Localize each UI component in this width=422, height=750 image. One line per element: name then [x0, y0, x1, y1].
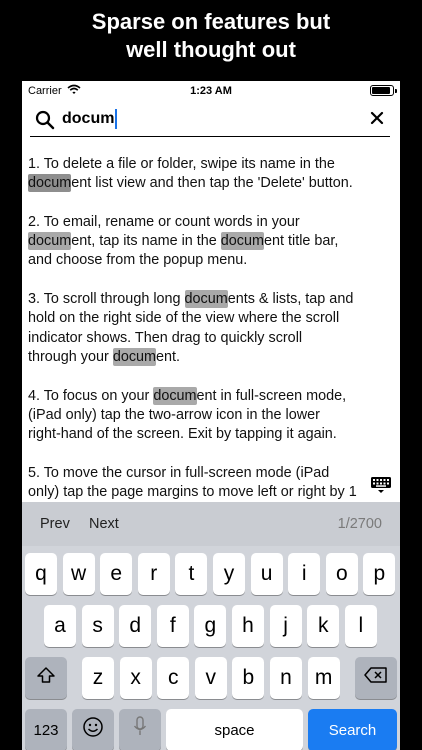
key-r[interactable]: r [137, 553, 170, 595]
key-f[interactable]: f [156, 605, 189, 647]
match-counter: 1/2700 [337, 516, 382, 532]
text-segment: and choose from the popup menu. [28, 252, 248, 269]
key-b[interactable]: b [232, 657, 265, 699]
headline-line-2: well thought out [126, 37, 296, 62]
key-v[interactable]: v [194, 657, 227, 699]
emoji-icon [82, 716, 104, 744]
help-paragraph-5: 5. To move the cursor in full-screen mod… [28, 464, 394, 503]
key-z[interactable]: z [82, 657, 114, 699]
key-a[interactable]: a [44, 605, 76, 647]
text-caret [115, 109, 118, 129]
key-g[interactable]: g [194, 605, 227, 647]
key-c[interactable]: c [157, 657, 190, 699]
text-segment: hold on the right side of the view where… [28, 310, 340, 327]
text-segment: right-hand of the screen. Exit by tappin… [28, 426, 337, 443]
key-s[interactable]: s [81, 605, 114, 647]
key-e[interactable]: e [100, 553, 133, 595]
text-segment: ent. [156, 348, 181, 365]
microphone-icon [133, 716, 147, 744]
match-highlight: docum [153, 386, 197, 405]
key-n[interactable]: n [270, 657, 302, 699]
search-bar[interactable]: docum [30, 103, 390, 137]
current-match-highlight: docum [28, 174, 72, 193]
shift-key[interactable] [25, 657, 67, 699]
microphone-key[interactable] [119, 709, 161, 750]
keyboard: Prev Next 1/2700 123 space Search q w e … [22, 502, 400, 750]
status-bar: Carrier 1:23 AM [22, 81, 400, 101]
help-paragraph-1: 1. To delete a file or folder, swipe its… [28, 155, 394, 194]
key-y[interactable]: y [213, 553, 245, 595]
promo-headline: Sparse on features but well thought out [0, 8, 422, 64]
next-button[interactable]: Next [89, 516, 119, 532]
space-key[interactable]: space [166, 709, 303, 750]
text-segment: only) tap the page margins to move left … [28, 484, 357, 501]
help-paragraph-4: 4. To focus on your document in full-scr… [28, 386, 394, 445]
close-icon[interactable] [370, 111, 384, 130]
text-segment: 1. To delete a file or folder, swipe its… [28, 156, 335, 172]
backspace-icon [364, 666, 388, 690]
help-paragraph-2: 2. To email, rename or count words in yo… [28, 213, 394, 271]
key-t[interactable]: t [175, 553, 208, 595]
text-segment: ent title bar, [264, 233, 339, 250]
battery-icon [370, 85, 397, 96]
key-w[interactable]: w [62, 553, 95, 595]
match-highlight: docum [220, 232, 264, 251]
headline-line-1: Sparse on features but [91, 9, 331, 34]
shift-icon [36, 666, 56, 690]
key-p[interactable]: p [363, 553, 396, 595]
search-key[interactable]: Search [308, 709, 397, 750]
help-paragraph-3: 3. To scroll through long documents & li… [28, 290, 394, 367]
text-segment: 2. To email, rename or count words in yo… [28, 213, 300, 230]
match-highlight: docum [28, 232, 72, 251]
backspace-key[interactable] [355, 657, 397, 699]
text-segment: ent list view and then tap the 'Delete' … [71, 175, 353, 192]
prev-button[interactable]: Prev [40, 516, 70, 532]
key-l[interactable]: l [344, 605, 377, 647]
key-k[interactable]: k [307, 605, 340, 647]
key-h[interactable]: h [232, 605, 264, 647]
search-query: docum [62, 110, 115, 127]
status-time: 1:23 AM [190, 85, 232, 97]
document-text[interactable]: 1. To delete a file or folder, swipe its… [28, 155, 394, 522]
text-segment: ents & lists, tap and [227, 291, 354, 308]
phone-screen: Carrier 1:23 AM docum 1. To delete a fil… [22, 81, 400, 750]
text-segment: 4. To focus on your [28, 387, 154, 404]
match-highlight: docum [112, 347, 157, 366]
text-segment: (iPad only) tap the two-arrow icon in th… [28, 406, 320, 423]
find-toolbar: Prev Next 1/2700 [22, 502, 400, 546]
text-segment: through your [28, 348, 113, 365]
key-i[interactable]: i [288, 553, 321, 595]
key-u[interactable]: u [250, 553, 283, 595]
search-icon [35, 110, 55, 135]
key-m[interactable]: m [307, 657, 340, 699]
key-j[interactable]: j [269, 605, 302, 647]
match-highlight: docum [184, 290, 228, 309]
search-input[interactable]: docum [62, 109, 118, 129]
key-d[interactable]: d [119, 605, 152, 647]
text-segment: ent, tap its name in the [71, 233, 221, 250]
text-segment: 3. To scroll through long [28, 291, 185, 308]
numbers-key[interactable]: 123 [25, 709, 67, 750]
key-o[interactable]: o [325, 553, 358, 595]
text-segment: ent in full-screen mode, [196, 387, 347, 404]
text-segment: 5. To move the cursor in full-screen mod… [28, 464, 330, 481]
emoji-key[interactable] [72, 709, 114, 750]
keyboard-dismiss-icon[interactable] [370, 476, 392, 499]
key-x[interactable]: x [119, 657, 152, 699]
key-q[interactable]: q [25, 553, 57, 595]
text-segment: indicator shows. Then drag to quickly sc… [28, 329, 303, 346]
